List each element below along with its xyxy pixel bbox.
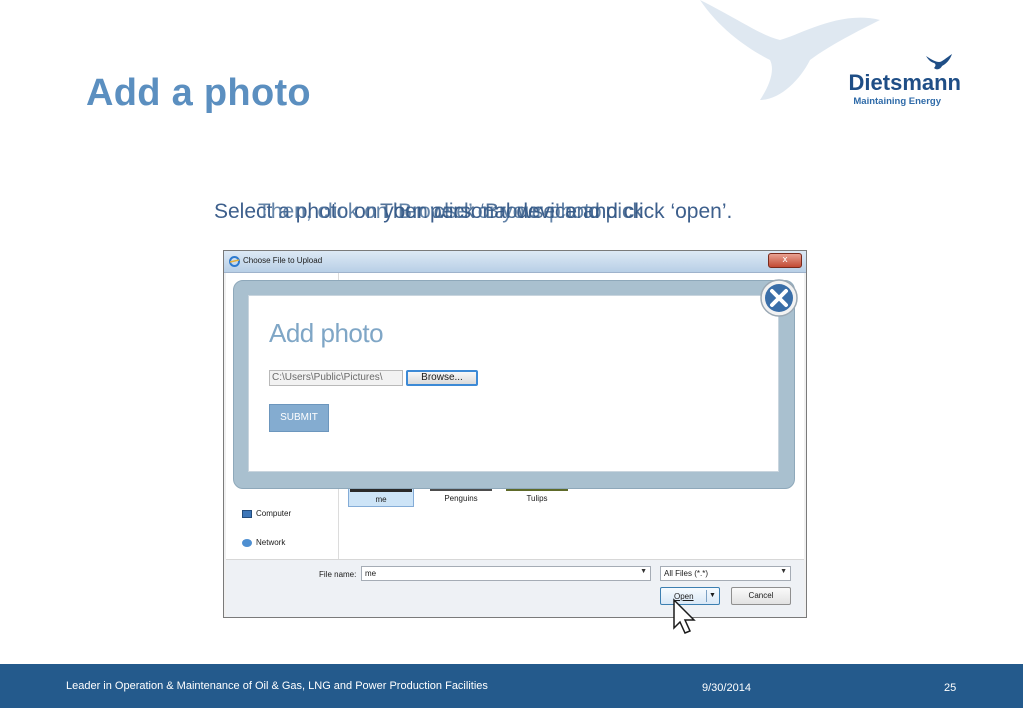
file-name-value: me <box>365 569 377 578</box>
window-close-button[interactable]: x <box>768 253 802 268</box>
chevron-down-icon[interactable]: ▼ <box>640 568 647 575</box>
window-title: Choose File to Upload <box>243 256 323 265</box>
footer-tagline: Leader in Operation & Maintenance of Oil… <box>66 680 488 692</box>
file-type-select[interactable]: All Files (*.*) ▼ <box>660 566 791 581</box>
file-name: Tulips <box>526 494 548 503</box>
modal-title: Add photo <box>269 318 384 348</box>
logo-tagline: Maintaining Energy <box>853 96 941 107</box>
file-name: Penguins <box>444 494 478 503</box>
nav-item-label: Network <box>256 538 286 547</box>
ie-icon <box>229 256 240 267</box>
network-icon <box>242 538 252 547</box>
footer-date: 9/30/2014 <box>702 682 751 694</box>
upload-dialog-screenshot: Choose File to Upload x Computer Network… <box>223 250 807 618</box>
file-name-label: File name: <box>319 570 357 579</box>
file-name-input[interactable]: me ▼ <box>361 566 651 581</box>
dietsmann-bird-icon <box>926 54 952 70</box>
file-name: me <box>375 495 387 504</box>
cancel-button[interactable]: Cancel <box>731 587 791 605</box>
file-path-input[interactable]: C:\Users\Public\Pictures\ <box>269 370 403 386</box>
submit-button[interactable]: SUBMIT <box>269 404 329 432</box>
modal-close-icon[interactable] <box>759 278 799 318</box>
add-photo-modal: Add photo C:\Users\Public\Pictures\ Brow… <box>248 295 779 472</box>
instruction-text: Select a photo on your personal device a… <box>0 200 1023 230</box>
footer: Leader in Operation & Maintenance of Oil… <box>0 664 1023 708</box>
computer-icon <box>242 509 252 518</box>
nav-item-network[interactable]: Network <box>242 538 285 547</box>
instruction-line: Then click ‘Browse’ and pick <box>380 200 643 223</box>
browse-button[interactable]: Browse... <box>406 370 478 386</box>
nav-item-label: Computer <box>256 509 292 518</box>
chevron-down-icon[interactable]: ▼ <box>706 590 718 602</box>
window-titlebar: Choose File to Upload x <box>224 251 806 273</box>
page-number: 25 <box>944 682 957 694</box>
dialog-bottom-bar: File name: me ▼ All Files (*.*) ▼ Open ▼… <box>226 559 804 617</box>
chevron-down-icon[interactable]: ▼ <box>780 568 787 575</box>
company-logo: Dietsmann Maintaining Energy <box>816 52 961 112</box>
slide: Add a photo Dietsmann Maintaining Energy… <box>0 0 1023 708</box>
file-type-value: All Files (*.*) <box>664 569 709 578</box>
nav-item-computer[interactable]: Computer <box>242 509 291 518</box>
mouse-cursor-icon <box>673 598 696 634</box>
slide-title: Add a photo <box>86 72 311 114</box>
logo-name: Dietsmann <box>848 70 961 95</box>
